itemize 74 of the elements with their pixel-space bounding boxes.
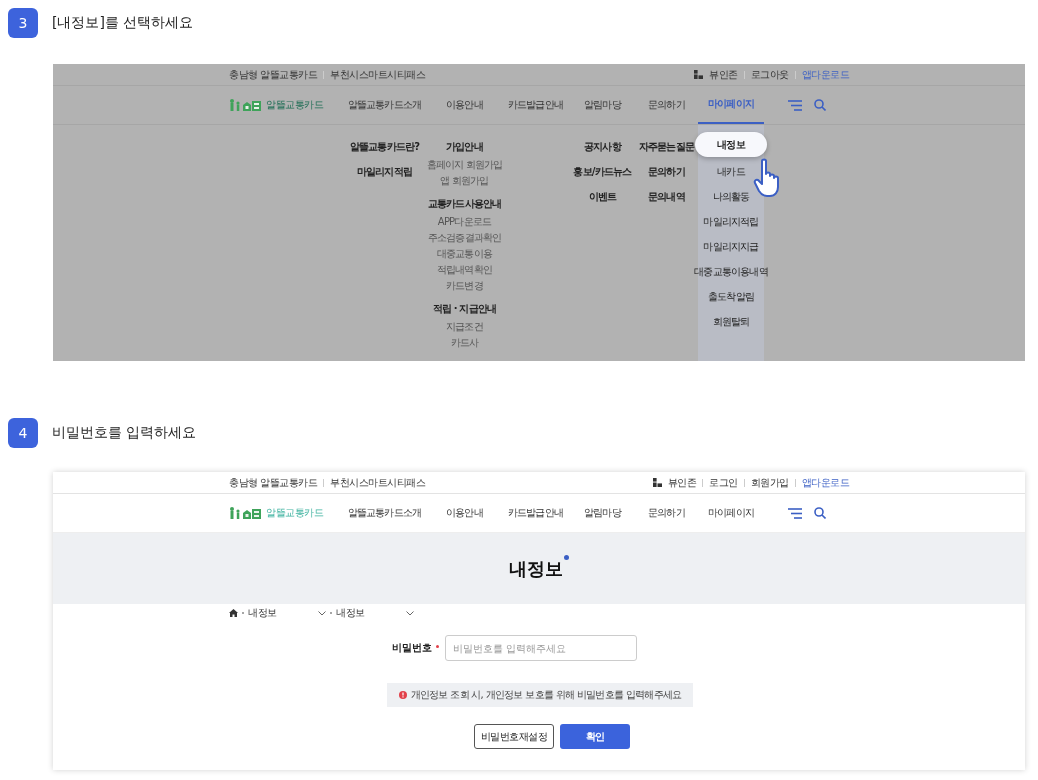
menu-heading[interactable]: 마일리지적립	[356, 164, 413, 180]
menu-item[interactable]: 마일리지적립	[697, 209, 765, 234]
person-display-icon	[652, 478, 662, 487]
menu-heading[interactable]: 적립 · 지급안내	[432, 301, 497, 317]
step-instruction: [내정보]를 선택하세요	[52, 14, 194, 32]
nav-item[interactable]: 마이페이지	[708, 506, 754, 520]
menu-item[interactable]: 대중교통이용내역	[688, 259, 774, 284]
menu-item[interactable]: APP다운로드	[437, 214, 492, 230]
home-icon[interactable]	[229, 609, 238, 617]
utility-link[interactable]: 로그인	[709, 475, 738, 490]
site-link[interactable]: 부천시스마트시티패스	[330, 67, 426, 82]
menu-heading[interactable]: 자주묻는질문	[638, 139, 695, 155]
utility-link[interactable]: 회원가입	[750, 475, 789, 490]
menu-item[interactable]: 지급조건	[446, 319, 483, 335]
reset-password-button[interactable]: 비밀번호재설정	[473, 724, 555, 749]
menu-item[interactable]: 회원탈퇴	[706, 309, 756, 334]
nav-item[interactable]: 이용안내	[446, 506, 483, 520]
utility-link[interactable]: 로그아웃	[750, 67, 789, 82]
nav-item[interactable]: 문의하기	[648, 506, 685, 520]
menu-item[interactable]: 대중교통이용	[436, 246, 493, 262]
menu-heading[interactable]: 문의하기	[648, 164, 685, 180]
nav-item[interactable]: 문의하기	[648, 98, 685, 112]
menu-heading[interactable]: 알뜰교통카드란?	[349, 139, 420, 155]
site-link[interactable]: 부천시스마트시티패스	[330, 475, 426, 490]
nav-item[interactable]: 알뜰교통카드소개	[347, 506, 422, 520]
menu-item[interactable]: 앱 회원가입	[440, 173, 489, 189]
password-field[interactable]: 비밀번호를 입력해주세요	[444, 635, 637, 661]
menu-item[interactable]: 마일리지지급	[697, 234, 765, 259]
menu-heading[interactable]: 공지사항	[584, 139, 621, 155]
breadcrumb-dropdown[interactable]: 내정보	[248, 606, 326, 620]
menu-heading[interactable]: 교통카드사용안내	[427, 196, 502, 212]
step-number: 4	[8, 418, 38, 448]
search-icon[interactable]	[813, 99, 826, 111]
nav-item[interactable]: 알림마당	[584, 506, 621, 520]
menu-item[interactable]: 내정보	[695, 132, 767, 157]
search-icon[interactable]	[813, 507, 826, 519]
breadcrumb-dropdown[interactable]: 내정보	[336, 606, 414, 620]
app-download-link[interactable]: 앱다운로드	[801, 475, 849, 490]
menu-icon[interactable]	[787, 507, 802, 519]
menu-item[interactable]: 나의활동	[706, 184, 756, 209]
utility-link[interactable]: 뷰인존	[667, 475, 696, 490]
page-title: 내정보	[509, 556, 563, 581]
logo-icon	[229, 506, 263, 520]
nav-item[interactable]: 이용안내	[446, 98, 483, 112]
menu-item[interactable]: 내카드	[711, 159, 751, 184]
menu-item[interactable]: 주소검증결과확인	[427, 230, 502, 246]
menu-item[interactable]: 적립내역확인	[436, 262, 493, 278]
title-dot	[564, 555, 569, 560]
confirm-button[interactable]: 확인	[560, 724, 631, 749]
menu-heading[interactable]: 가입안내	[446, 139, 483, 155]
notice-text: 개인정보 조회 시, 개인정보 보호를 위해 비밀번호를 입력해주세요	[410, 688, 682, 702]
menu-item[interactable]: 출도착알림	[702, 284, 760, 309]
menu-heading[interactable]: 이벤트	[588, 189, 617, 205]
nav-item[interactable]: 알뜰교통카드소개	[347, 98, 422, 112]
chevron-down-icon	[406, 610, 414, 616]
menu-heading[interactable]: 홍보/카드뉴스	[573, 164, 632, 180]
menu-item[interactable]: 홈페이지 회원가입	[426, 157, 503, 173]
alert-icon	[398, 691, 407, 699]
logo-icon	[229, 98, 263, 112]
step-number: 3	[8, 8, 38, 38]
step-instruction: 비밀번호를 입력하세요	[52, 424, 197, 442]
field-label: 비밀번호	[391, 641, 432, 655]
nav-item[interactable]: 카드발급안내	[507, 98, 564, 112]
menu-item[interactable]: 카드변경	[446, 278, 483, 294]
person-display-icon	[694, 70, 703, 79]
menu-icon[interactable]	[787, 99, 802, 111]
site-link[interactable]: 충남형 알뜰교통카드	[229, 475, 318, 490]
utility-link[interactable]: 뷰인존	[709, 67, 738, 82]
nav-item[interactable]: 알림마당	[584, 98, 621, 112]
nav-item[interactable]: 카드발급안내	[507, 506, 564, 520]
site-link[interactable]: 충남형 알뜰교통카드	[229, 67, 318, 82]
chevron-down-icon	[318, 610, 326, 616]
menu-heading[interactable]: 문의내역	[648, 189, 685, 205]
menu-item[interactable]: 카드사	[450, 335, 479, 351]
